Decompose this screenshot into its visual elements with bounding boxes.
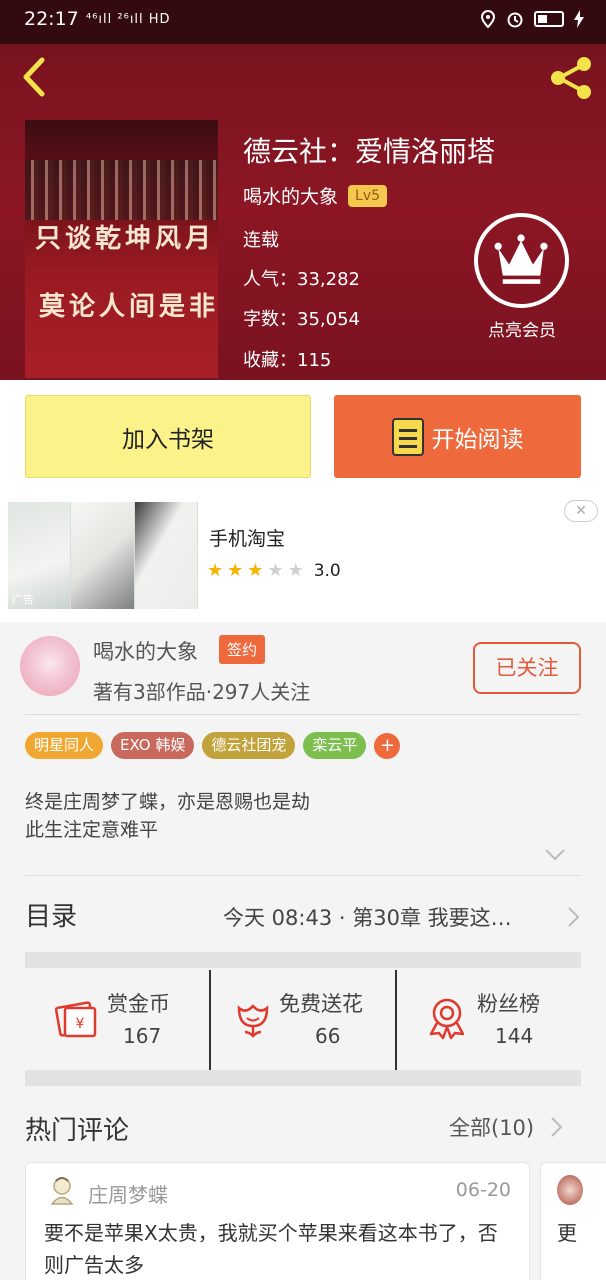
- action-bar: 加入书架 开始阅读: [0, 380, 606, 494]
- cover-text-line1: 只谈乾坤风月: [35, 224, 216, 254]
- svg-text:¥: ¥: [76, 1016, 85, 1032]
- signed-badge: 签约: [219, 635, 266, 664]
- all-comments-link[interactable]: 全部(10): [449, 1112, 534, 1142]
- user-avatar-icon: [50, 1177, 74, 1205]
- stat-label: 粉丝榜: [477, 992, 540, 1016]
- book-icon: [391, 417, 424, 456]
- start-reading-button[interactable]: 开始阅读: [334, 395, 581, 478]
- comment-date: 06-20: [455, 1179, 511, 1201]
- coin-envelope-icon: ¥: [55, 1001, 97, 1038]
- medal-icon: [429, 998, 465, 1040]
- start-reading-label: 开始阅读: [431, 426, 524, 453]
- book-word-count: 字数：35,054: [243, 309, 360, 330]
- signal-indicator: ⁴⁶ıll ²⁶ıll HD: [86, 12, 171, 27]
- book-popularity: 人气：33,282: [243, 269, 360, 290]
- description-line: 终是庄周梦了蝶，亦是恩赐也是劫: [25, 791, 311, 813]
- crown-icon[interactable]: [474, 213, 569, 308]
- book-description: 终是庄周梦了蝶，亦是恩赐也是劫 此生注定意难平: [25, 788, 310, 844]
- ad-image: 广告: [8, 502, 198, 609]
- tag-list: 明星同人 EXO 韩娱 德云社团宠 栾云平 +: [25, 732, 401, 759]
- book-cover[interactable]: 只谈乾坤风月 莫论人间是非: [25, 120, 218, 378]
- star-empty-icon: ★: [287, 560, 304, 581]
- status-icons: [480, 10, 584, 28]
- comment-card[interactable]: 庄周梦蝶 06-20 要不是苹果X太贵，我就买个苹果来看这本书了，否则广告太多: [25, 1162, 530, 1280]
- chevron-down-icon[interactable]: [544, 848, 566, 862]
- comment-card[interactable]: 更: [540, 1162, 606, 1280]
- star-icon: ★: [207, 560, 224, 581]
- ad-rating: ★ ★ ★ ★ ★ 3.0: [207, 560, 341, 581]
- battery-icon: [534, 11, 564, 27]
- stat-label: 赏金币: [107, 992, 170, 1016]
- stat-label: 免费送花: [279, 992, 363, 1016]
- reward-coins-stat[interactable]: ¥ 赏金币 167: [25, 970, 209, 1070]
- book-author[interactable]: 喝水的大象: [243, 182, 338, 209]
- charging-icon: [574, 10, 584, 28]
- back-icon[interactable]: [14, 54, 54, 100]
- status-bar: 22:17 ⁴⁶ıll ²⁶ıll HD: [0, 0, 606, 44]
- book-title: 德云社：爱情洛丽塔: [243, 135, 496, 168]
- free-flowers-stat[interactable]: 免费送花 66: [209, 970, 395, 1070]
- follow-button[interactable]: 已关注: [473, 642, 581, 694]
- add-tag-button[interactable]: +: [374, 732, 401, 759]
- toc-title: 目录: [25, 902, 78, 932]
- cover-text-line2: 莫论人间是非: [39, 292, 218, 322]
- divider: [25, 875, 581, 876]
- author-stats: 著有3部作品·297人关注: [93, 680, 311, 704]
- star-icon: ★: [227, 560, 244, 581]
- comment-text: 更: [557, 1221, 577, 1245]
- add-to-shelf-label: 加入书架: [122, 426, 214, 453]
- fan-ranking-stat[interactable]: 粉丝榜 144: [395, 970, 581, 1070]
- tag-item[interactable]: 栾云平: [303, 732, 367, 759]
- ad-banner[interactable]: 广告 手机淘宝 ★ ★ ★ ★ ★ 3.0 ✕: [0, 494, 606, 622]
- author-name[interactable]: 喝水的大象: [93, 636, 198, 666]
- book-status: 连载: [243, 230, 279, 251]
- cover-stage-image: [25, 160, 218, 220]
- stats-row: ¥ 赏金币 167 免费送花 66 粉丝榜 144: [25, 970, 581, 1070]
- flower-icon: [237, 1004, 269, 1038]
- star-empty-icon: ★: [267, 560, 284, 581]
- add-to-shelf-button[interactable]: 加入书架: [25, 395, 311, 478]
- book-detail-section: 喝水的大象 签约 著有3部作品·297人关注 已关注 明星同人 EXO 韩娱 德…: [0, 622, 606, 1280]
- section-separator: [25, 1070, 581, 1086]
- vip-label[interactable]: 点亮会员: [476, 316, 568, 341]
- alarm-icon: [507, 12, 523, 28]
- stat-value: 66: [315, 1024, 341, 1048]
- comment-user[interactable]: 庄周梦蝶: [88, 1179, 168, 1208]
- comment-text: 要不是苹果X太贵，我就买个苹果来看这本书了，否则广告太多: [44, 1221, 498, 1277]
- stat-value: 144: [495, 1024, 534, 1048]
- description-line: 此生注定意难平: [25, 819, 159, 841]
- section-separator: [25, 952, 581, 968]
- ad-tag: 广告: [12, 593, 34, 606]
- ad-close-button[interactable]: ✕: [564, 500, 598, 522]
- location-icon: [480, 10, 496, 28]
- chevron-right-icon[interactable]: [550, 1116, 564, 1138]
- latest-chapter: 今天 08:43 · 第30章 我要这…: [223, 906, 512, 930]
- author-avatar[interactable]: [20, 636, 80, 696]
- book-favorites: 收藏：115: [243, 350, 332, 371]
- ad-title: 手机淘宝: [209, 528, 286, 550]
- tag-item[interactable]: EXO 韩娱: [111, 732, 195, 759]
- tag-item[interactable]: 德云社团宠: [202, 732, 296, 759]
- share-icon[interactable]: [546, 52, 596, 102]
- book-header: 22:17 ⁴⁶ıll ²⁶ıll HD 只谈乾坤风月 莫论人间是非 德云社：爱…: [0, 0, 606, 380]
- hot-comments-title: 热门评论: [25, 1116, 130, 1146]
- book-author-line: 喝水的大象 Lv5: [243, 182, 388, 209]
- stat-value: 167: [123, 1024, 162, 1048]
- status-time: 22:17: [24, 8, 79, 30]
- tag-item[interactable]: 明星同人: [25, 732, 104, 759]
- ad-score: 3.0: [313, 560, 341, 581]
- star-icon: ★: [247, 560, 264, 581]
- user-avatar: [557, 1175, 583, 1205]
- author-level-badge: Lv5: [348, 184, 388, 207]
- chevron-right-icon: [568, 907, 580, 927]
- table-of-contents-row[interactable]: 目录 今天 08:43 · 第30章 我要这…: [25, 878, 581, 952]
- divider: [25, 714, 581, 715]
